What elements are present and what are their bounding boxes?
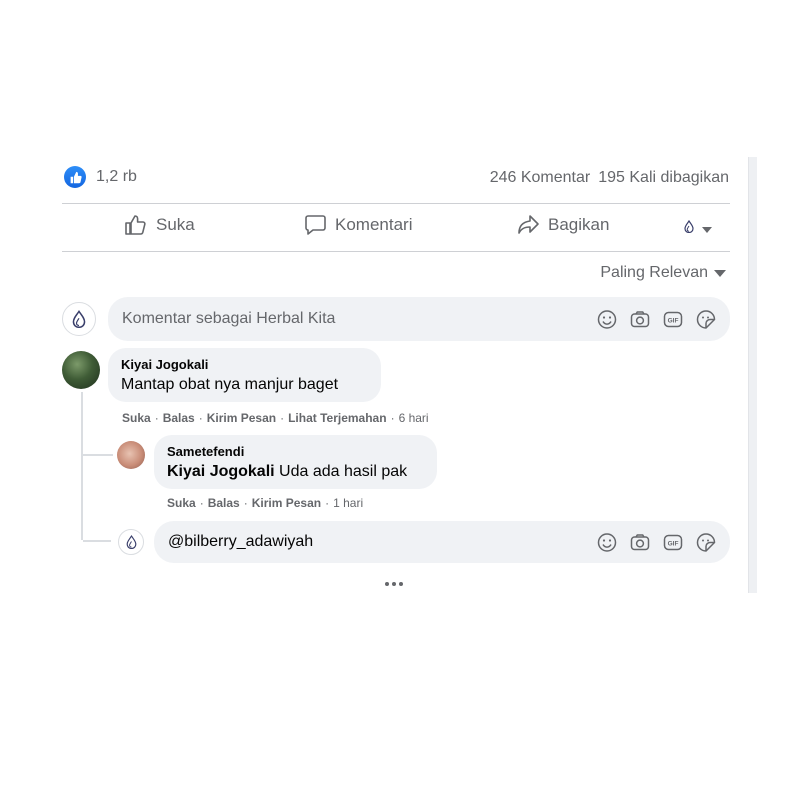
thumbs-up-icon (64, 166, 86, 188)
comment-input[interactable]: Komentar sebagai Herbal Kita GIF (108, 297, 730, 341)
camera-icon[interactable] (629, 532, 650, 553)
mention-link[interactable]: Kiyai Jogokali (167, 463, 275, 480)
comment-text: Mantap obat nya manjur baget (121, 376, 339, 393)
like-link[interactable]: Suka (167, 496, 196, 510)
gif-icon[interactable]: GIF (662, 532, 683, 553)
sort-label: Paling Relevan (600, 264, 708, 281)
reaction-count[interactable]: 1,2 rb (96, 168, 137, 186)
send-message-link[interactable]: Kirim Pesan (207, 411, 276, 425)
reply-bubble: Sametefendi Kiyai Jogokali Uda ada hasil… (154, 435, 437, 489)
gif-icon[interactable]: GIF (662, 309, 683, 330)
like-link[interactable]: Suka (122, 411, 151, 425)
avatar[interactable] (118, 529, 144, 555)
smiley-icon[interactable] (596, 309, 617, 330)
svg-text:GIF: GIF (667, 317, 678, 324)
scrollbar-track[interactable] (748, 157, 757, 593)
share-button[interactable]: Bagikan (517, 214, 609, 235)
thumbs-up-outline-icon (124, 214, 148, 236)
more-dots-icon[interactable] (385, 582, 403, 586)
sticker-icon[interactable] (695, 309, 716, 330)
comment-actions: Suka · Balas · Kirim Pesan · Lihat Terjemah… (122, 411, 429, 425)
send-message-link[interactable]: Kirim Pesan (252, 496, 321, 510)
comment-button[interactable]: Komentari (304, 214, 412, 236)
comment-bubble: Kiyai Jogokali Mantap obat nya manjur ba… (108, 348, 381, 402)
reply-link[interactable]: Balas (163, 411, 195, 425)
thread-connector (83, 454, 113, 456)
post-footer: 1,2 rb 246 Komentar 195 Kali dibagikan S… (0, 0, 800, 800)
see-translation-link[interactable]: Lihat Terjemahan (288, 411, 386, 425)
speech-bubble-icon (304, 214, 327, 236)
share-count-link[interactable]: 195 Kali dibagikan (598, 169, 729, 187)
divider (62, 251, 730, 252)
reply-author[interactable]: Sametefendi (167, 444, 424, 459)
camera-icon[interactable] (629, 309, 650, 330)
post-stats: 246 Komentar 195 Kali dibagikan (490, 169, 729, 187)
avatar[interactable] (62, 351, 100, 389)
comment-count-link[interactable]: 246 Komentar (490, 169, 591, 187)
comment-sort-dropdown[interactable]: Paling Relevan (600, 264, 726, 282)
composer-tools: GIF (596, 532, 716, 553)
caret-down-icon (714, 264, 726, 282)
avatar[interactable] (117, 441, 145, 469)
audience-selector[interactable] (684, 219, 712, 238)
comment-placeholder: Komentar sebagai Herbal Kita (122, 310, 336, 327)
share-label: Bagikan (548, 214, 610, 234)
composer-tools: GIF (596, 309, 716, 330)
reply-link[interactable]: Balas (208, 496, 240, 510)
reply-timestamp[interactable]: 1 hari (333, 496, 363, 510)
avatar[interactable] (62, 302, 96, 336)
like-button[interactable]: Suka (124, 214, 195, 236)
thread-connector (83, 540, 111, 542)
thread-line (81, 392, 83, 540)
reply-body: Uda ada hasil pak (279, 463, 408, 480)
caret-down-icon (702, 220, 712, 238)
share-arrow-icon (517, 214, 540, 235)
reply-input-value: @bilberry_adawiyah (168, 533, 314, 550)
comment-author[interactable]: Kiyai Jogokali (121, 357, 368, 372)
page-avatar-icon (684, 219, 694, 238)
reaction-summary[interactable]: 1,2 rb (64, 166, 137, 188)
sticker-icon[interactable] (695, 532, 716, 553)
comment-timestamp[interactable]: 6 hari (399, 411, 429, 425)
smiley-icon[interactable] (596, 532, 617, 553)
svg-text:GIF: GIF (667, 540, 678, 547)
comment-label: Komentari (335, 215, 413, 234)
reply-input[interactable]: @bilberry_adawiyah GIF (154, 521, 730, 563)
reply-text: Kiyai Jogokali Uda ada hasil pak (167, 463, 407, 480)
reply-actions: Suka · Balas · Kirim Pesan · 1 hari (167, 496, 364, 510)
like-label: Suka (156, 215, 195, 234)
divider (62, 203, 730, 204)
